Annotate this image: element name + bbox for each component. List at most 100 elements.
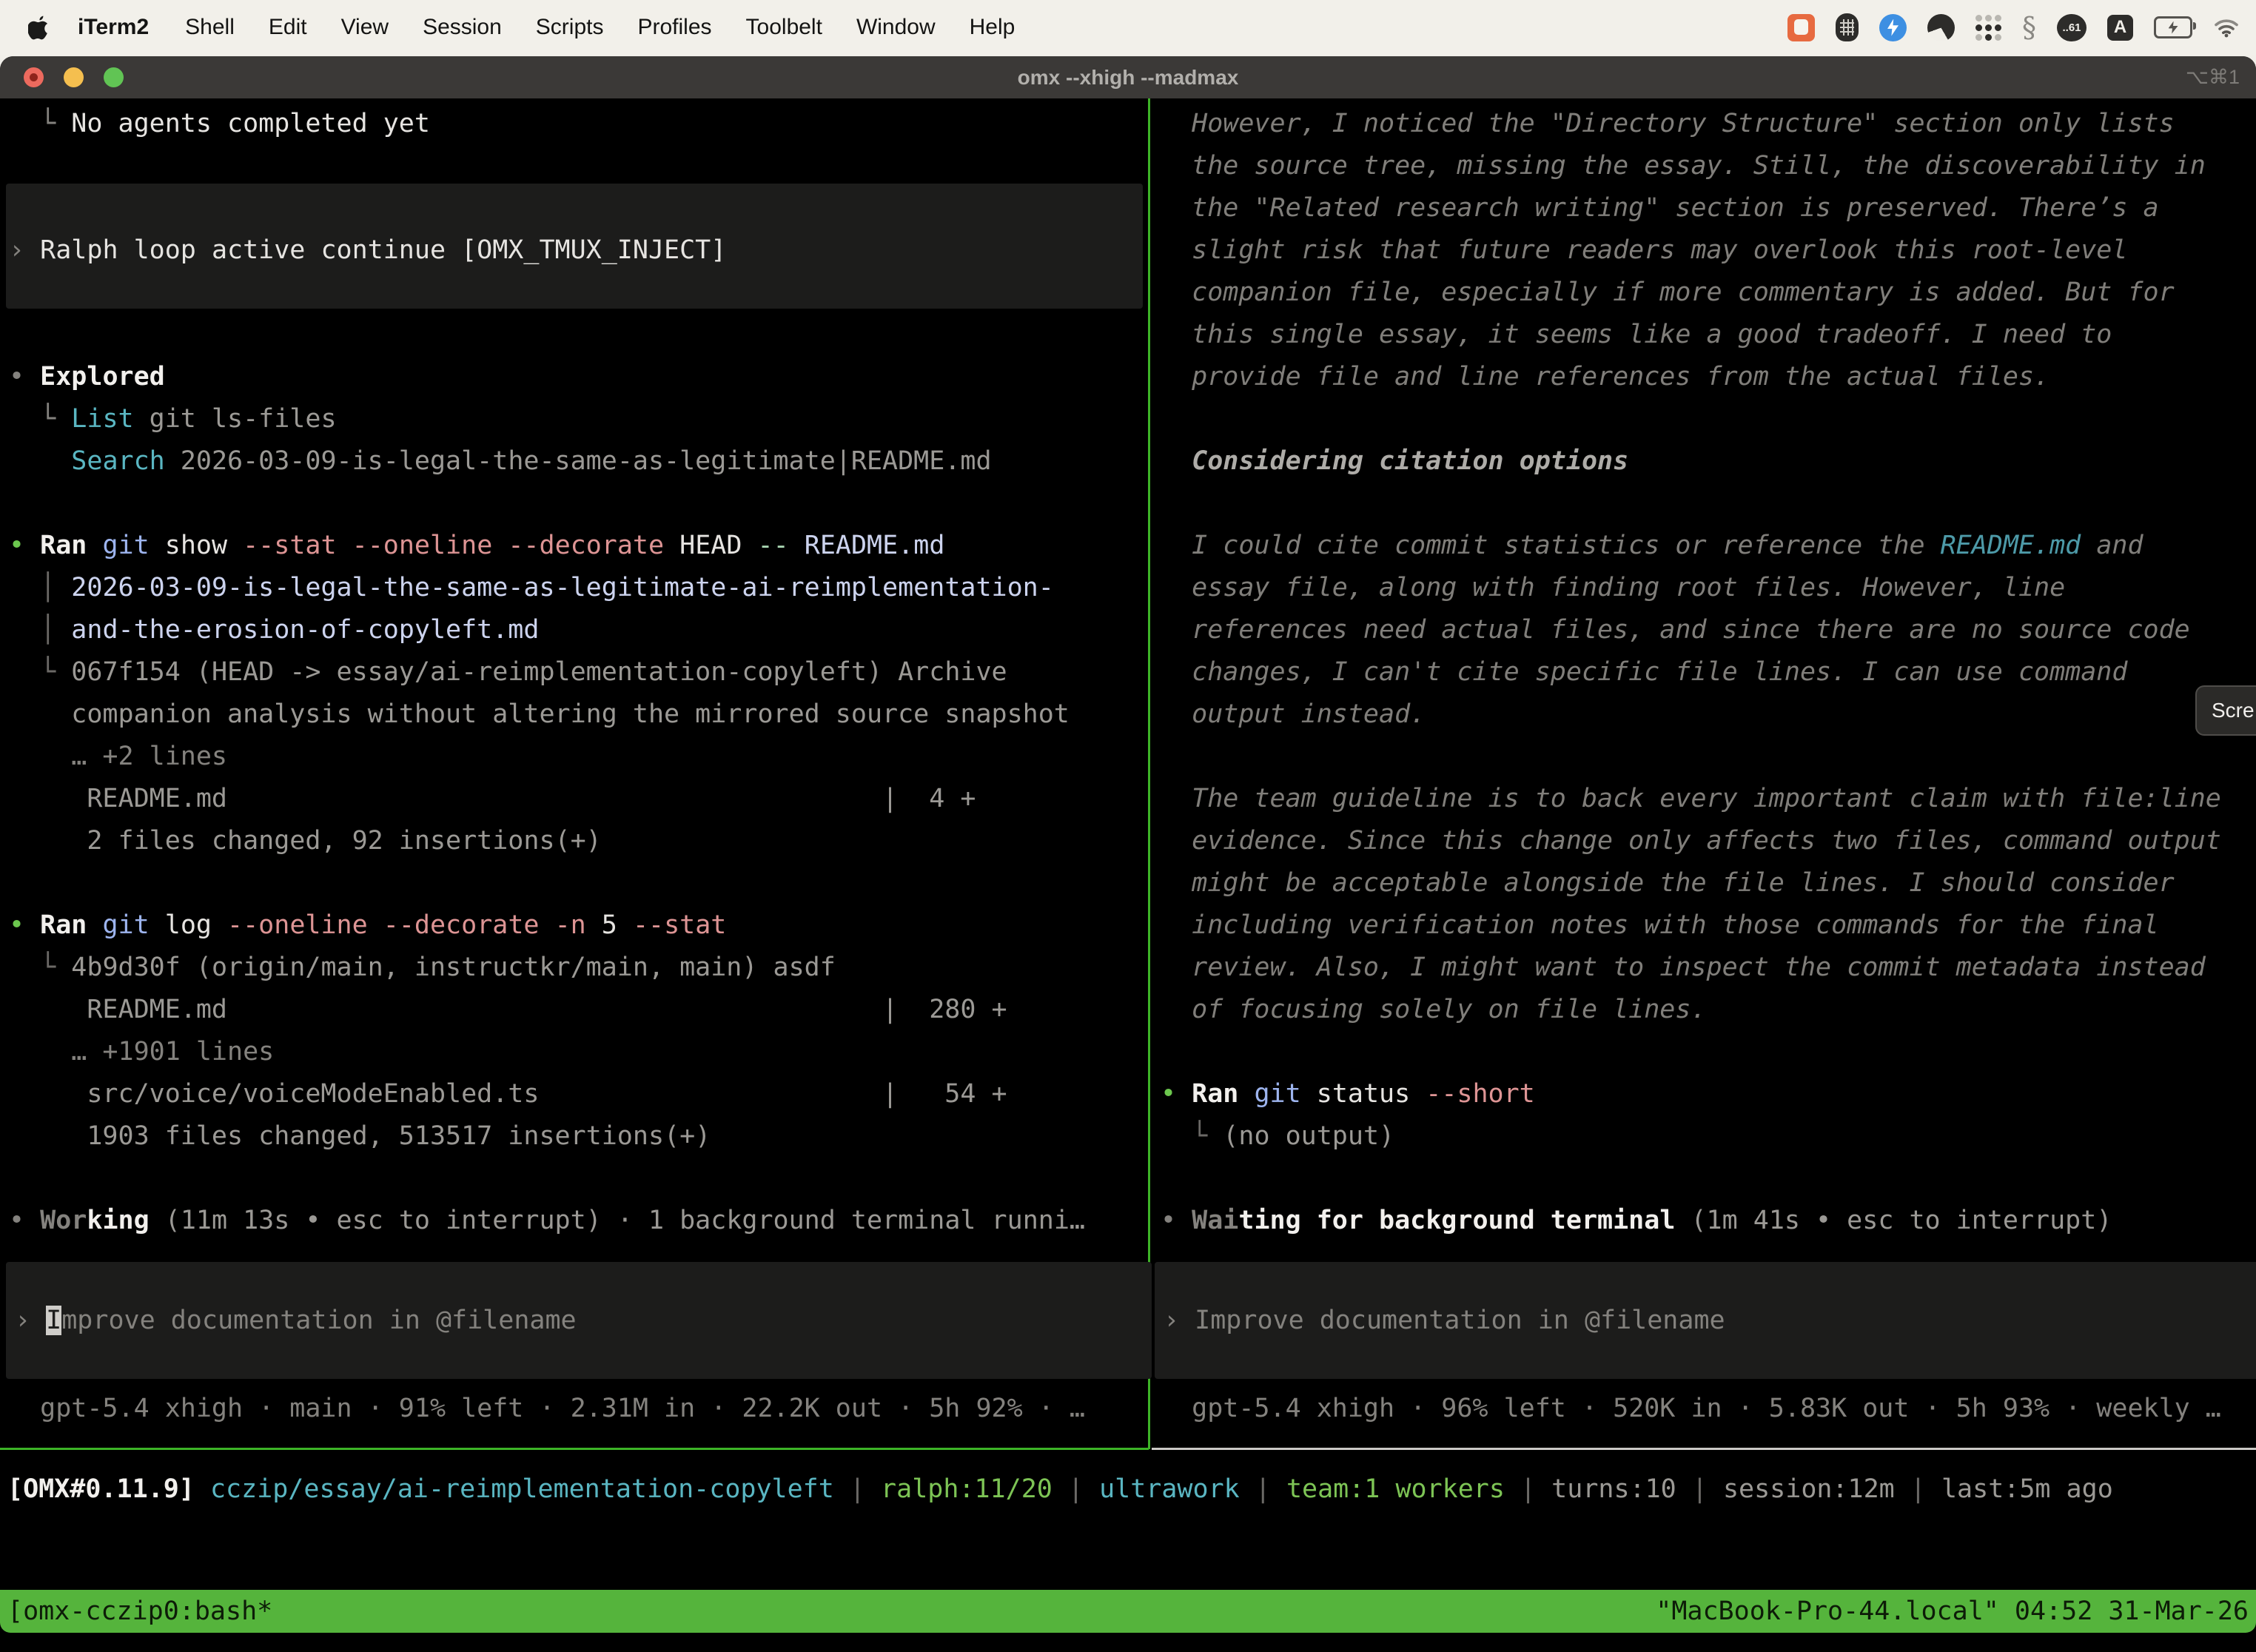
left-model-status: gpt-5.4 xhigh · main · 91% left · 2.31M … xyxy=(0,1388,1158,1430)
blue-badge-icon[interactable] xyxy=(1879,14,1907,41)
terminal-line xyxy=(9,187,1158,229)
menu-item-iterm2[interactable]: iTerm2 xyxy=(61,0,168,55)
input-source-icon[interactable]: A xyxy=(2107,15,2133,41)
tmux-session-name: [omx-cczip0:bash* xyxy=(0,1596,280,1626)
dots-grid-icon[interactable] xyxy=(1975,15,2001,41)
battery-percent-badge-icon[interactable]: ..61 xyxy=(2057,14,2087,41)
wifi-icon[interactable] xyxy=(2213,17,2240,38)
battery-icon[interactable] xyxy=(2154,16,2192,38)
tmux-host-clock: "MacBook-Pro-44.local" 04:52 31-Mar-26 xyxy=(1648,1596,2256,1626)
menu-item-profiles[interactable]: Profiles xyxy=(620,0,728,55)
left-pane-separator xyxy=(0,1448,1149,1450)
terminal-line: │ and-the-erosion-of-copyleft.md xyxy=(9,609,1158,651)
terminal-line: • Ran git show --stat --oneline --decora… xyxy=(9,525,1158,567)
terminal-line: I could cite commit statistics or refere… xyxy=(1161,525,2256,567)
menu-item-window[interactable]: Window xyxy=(839,0,953,55)
terminal-line: might be acceptable alongside the file l… xyxy=(1161,862,2256,904)
terminal-line: slight risk that future readers may over… xyxy=(1161,229,2256,272)
terminal-line xyxy=(9,1158,1158,1200)
terminal-line: … +2 lines xyxy=(9,736,1158,778)
terminal-line: companion file, especially if more comme… xyxy=(1161,272,2256,314)
menu-item-shell[interactable]: Shell xyxy=(168,0,252,55)
screen-share-overlay-label: Scre xyxy=(2212,699,2255,722)
left-prompt-input[interactable]: › Improve documentation in @filename xyxy=(6,1262,1152,1379)
menu-item-toolbelt[interactable]: Toolbelt xyxy=(729,0,839,55)
tmux-pane-divider[interactable] xyxy=(1148,98,1150,1449)
terminal-line: README.md | 280 + xyxy=(9,989,1158,1031)
iterm2-window: omx --xhigh --madmax ⌥⌘1 └ No agents com… xyxy=(0,56,2256,1633)
terminal-line xyxy=(9,145,1158,187)
terminal-line xyxy=(1161,1158,2256,1200)
right-prompt-input[interactable]: › Improve documentation in @filename xyxy=(1155,1262,2256,1379)
terminal-line: 1903 files changed, 513517 insertions(+) xyxy=(9,1115,1158,1158)
terminal-content[interactable]: └ No agents completed yet › Ralph loop ac… xyxy=(0,98,2256,1590)
menu-bar-status-icons: § ..61 A xyxy=(1787,13,2240,41)
terminal-line: evidence. Since this change only affects… xyxy=(1161,820,2256,862)
terminal-line: • Ran git log --oneline --decorate -n 5 … xyxy=(9,904,1158,947)
window-title: omx --xhigh --madmax xyxy=(0,56,2256,98)
shield-grid-icon[interactable] xyxy=(1836,13,1859,41)
terminal-line: └ No agents completed yet xyxy=(9,103,1158,145)
terminal-line xyxy=(1161,736,2256,778)
macos-menu-bar: iTerm2ShellEditViewSessionScriptsProfile… xyxy=(0,0,2256,55)
terminal-line xyxy=(1161,398,2256,440)
right-terminal-pane[interactable]: However, I noticed the "Directory Struct… xyxy=(1153,103,2256,1242)
text-cursor: I xyxy=(46,1306,61,1335)
terminal-line: └ (no output) xyxy=(1161,1115,2256,1158)
terminal-line: provide file and line references from th… xyxy=(1161,356,2256,398)
menu-items: iTerm2ShellEditViewSessionScriptsProfile… xyxy=(61,0,1032,55)
terminal-line: the source tree, missing the essay. Stil… xyxy=(1161,145,2256,187)
pie-chart-icon[interactable] xyxy=(1927,14,1955,41)
terminal-line: • Working (11m 13s • esc to interrupt) ·… xyxy=(9,1200,1158,1242)
terminal-line: › Ralph loop active continue [OMX_TMUX_I… xyxy=(9,229,1158,272)
input-placeholder: Improve documentation in @filename xyxy=(1195,1306,1725,1335)
terminal-line xyxy=(9,314,1158,356)
terminal-line xyxy=(9,862,1158,904)
terminal-line xyxy=(9,272,1158,314)
terminal-line: └ 4b9d30f (origin/main, instructkr/main,… xyxy=(9,947,1158,989)
menu-item-edit[interactable]: Edit xyxy=(252,0,324,55)
prompt-chevron: › xyxy=(15,1306,46,1335)
terminal-line: However, I noticed the "Directory Struct… xyxy=(1161,103,2256,145)
terminal-line: • Explored xyxy=(9,356,1158,398)
terminal-line: 2 files changed, 92 insertions(+) xyxy=(9,820,1158,862)
terminal-line: • Ran git status --short xyxy=(1161,1073,2256,1115)
terminal-line: output instead. xyxy=(1161,694,2256,736)
terminal-line: this single essay, it seems like a good … xyxy=(1161,314,2256,356)
terminal-line: └ List git ls-files xyxy=(9,398,1158,440)
terminal-line: README.md | 4 + xyxy=(9,778,1158,820)
screen-share-overlay[interactable]: Scre xyxy=(2195,685,2256,736)
window-shortcut-badge: ⌥⌘1 xyxy=(2186,56,2240,98)
squiggle-icon[interactable]: § xyxy=(2022,13,2036,41)
terminal-line: references need actual files, and since … xyxy=(1161,609,2256,651)
right-pane-separator xyxy=(1152,1448,2256,1450)
terminal-line: Search 2026-03-09-is-legal-the-same-as-l… xyxy=(9,440,1158,483)
menu-item-scripts[interactable]: Scripts xyxy=(519,0,621,55)
terminal-line: • Waiting for background terminal (1m 41… xyxy=(1161,1200,2256,1242)
terminal-line: src/voice/voiceModeEnabled.ts | 54 + xyxy=(9,1073,1158,1115)
terminal-line xyxy=(9,483,1158,525)
terminal-line: review. Also, I might want to inspect th… xyxy=(1161,947,2256,989)
input-placeholder: mprove documentation in @filename xyxy=(61,1306,576,1335)
terminal-line xyxy=(1161,483,2256,525)
prompt-chevron: › xyxy=(1164,1306,1195,1335)
omx-status-line: [OMX#0.11.9] cczip/essay/ai-reimplementa… xyxy=(0,1468,2256,1511)
terminal-line xyxy=(1161,1031,2256,1073)
tmux-status-bar: [omx-cczip0:bash* "MacBook-Pro-44.local"… xyxy=(0,1590,2256,1633)
terminal-line: of focusing solely on file lines. xyxy=(1161,989,2256,1031)
right-model-status: gpt-5.4 xhigh · 96% left · 520K in · 5.8… xyxy=(1153,1388,2256,1430)
terminal-line: The team guideline is to back every impo… xyxy=(1161,778,2256,820)
terminal-line: │ 2026-03-09-is-legal-the-same-as-legiti… xyxy=(9,567,1158,609)
apple-menu-icon[interactable] xyxy=(28,15,50,40)
menu-item-session[interactable]: Session xyxy=(406,0,519,55)
terminal-line: … +1901 lines xyxy=(9,1031,1158,1073)
menu-item-help[interactable]: Help xyxy=(953,0,1033,55)
window-title-bar[interactable]: omx --xhigh --madmax ⌥⌘1 xyxy=(0,56,2256,98)
screen-recording-icon[interactable] xyxy=(1787,14,1815,41)
terminal-line: changes, I can't cite specific file line… xyxy=(1161,651,2256,694)
left-terminal-pane[interactable]: └ No agents completed yet › Ralph loop ac… xyxy=(0,103,1158,1242)
menu-item-view[interactable]: View xyxy=(324,0,406,55)
terminal-line: including verification notes with those … xyxy=(1161,904,2256,947)
terminal-line: companion analysis without altering the … xyxy=(9,694,1158,736)
terminal-line: └ 067f154 (HEAD -> essay/ai-reimplementa… xyxy=(9,651,1158,694)
